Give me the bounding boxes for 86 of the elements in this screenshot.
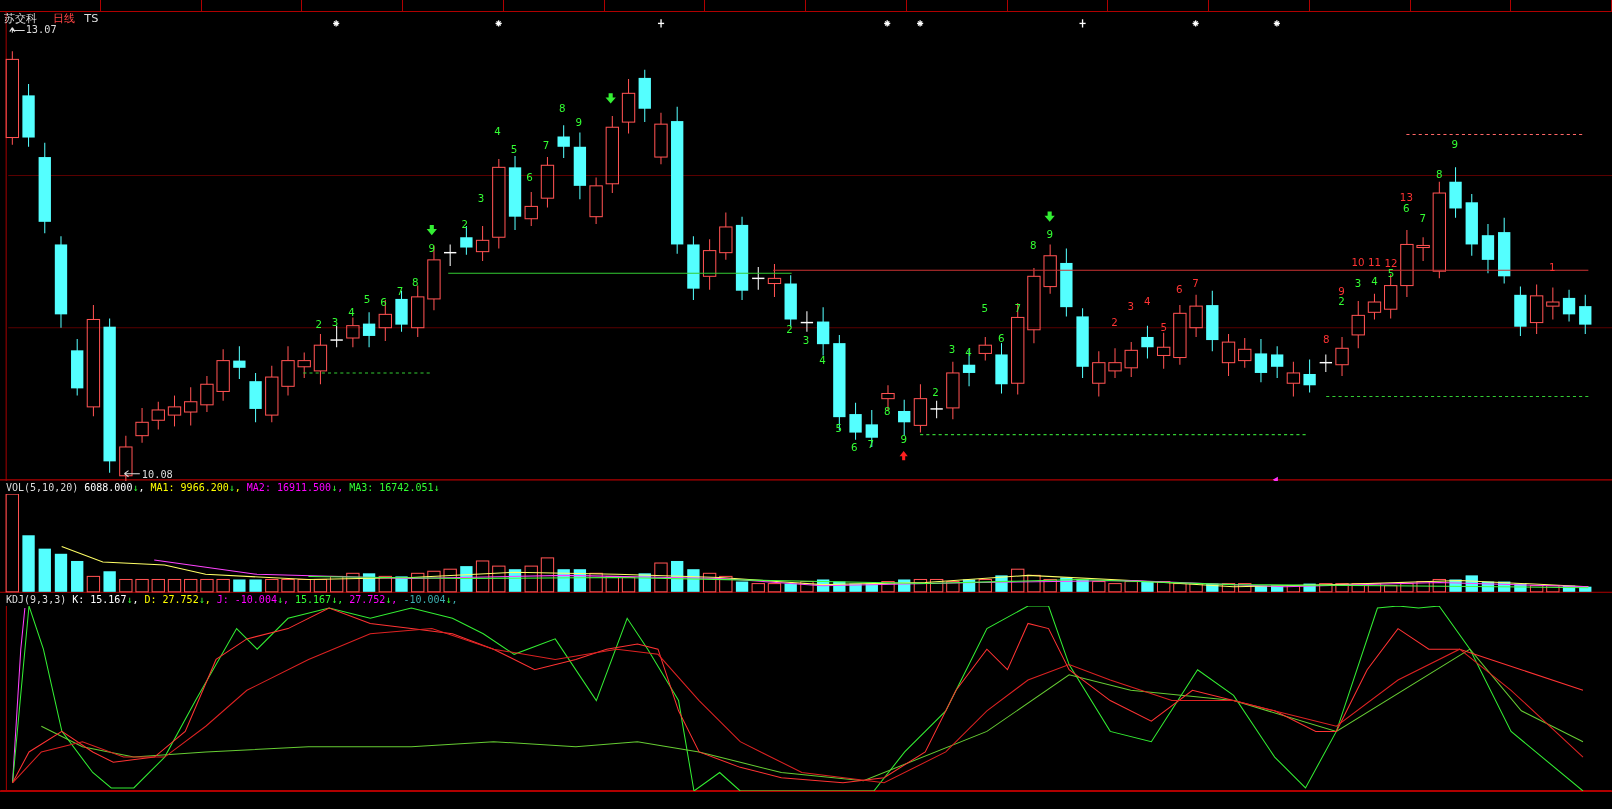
trend-arrow: ↓ [276,593,283,606]
indicator-value: K: 15.167 [72,593,127,606]
separator-comma: , [337,593,344,606]
separator-comma: , [337,481,344,494]
count-label: 8 [883,405,891,418]
count-label: 13 [1399,191,1413,204]
count-label: 8 [412,275,419,288]
count-label: 7 [1192,276,1199,289]
indicator-title: VOL(5,10,20) [6,481,79,494]
count-label: 5 [510,142,518,155]
count-label: 5 [981,302,989,315]
trend-arrow: ↓ [126,593,133,606]
count-label: 3 [948,343,956,356]
trend-arrow: ↓ [385,593,392,606]
count-label: 3 [802,334,810,347]
count-label: 8 [559,101,566,114]
count-label: 1 [1549,261,1556,274]
indicator-label: TS [84,12,99,26]
indicator-value: MA2: 16911.500 [246,481,332,494]
count-label: 11 [1368,256,1382,269]
low-price-label: 10.08 [141,467,173,480]
separator-comma: , [138,481,145,494]
count-label: 7 [1419,211,1427,224]
separator-comma: , [132,593,139,606]
count-label: 4 [348,306,355,319]
indicator-value: J: -10.004 [216,593,277,606]
count-label: 4 [1144,295,1151,308]
count-label: 8 [1322,333,1330,346]
count-label: 4 [965,346,972,359]
indicator-value: 6088.000 [84,481,133,494]
count-label: 7 [542,138,550,151]
count-label: 7 [1014,302,1022,315]
count-label: 4 [494,125,501,138]
count-label: 9 [428,241,436,254]
count-label: 5 [835,421,843,434]
indicator-value: -10.004 [403,593,446,606]
count-label: 3 [331,315,339,328]
count-label: 3 [1354,276,1362,289]
count-label: 9 [1451,137,1458,150]
trend-arrow: ↓ [445,593,452,606]
count-label: 2 [315,317,322,330]
count-label: 3 [1127,300,1135,313]
count-label: 2 [932,385,939,398]
count-label: 6 [851,441,858,454]
count-label: 10 [1351,256,1365,269]
trend-arrow: ↓ [331,593,338,606]
count-label: 4 [1371,274,1378,287]
indicator-value: D: 27.752 [144,593,199,606]
trend-arrow: ↓ [331,481,338,494]
count-label: 5 [1160,320,1168,333]
indicator-title: KDJ(9,3,3) [6,593,67,606]
count-label: 6 [380,296,387,309]
count-label: 9 [575,116,583,129]
separator-comma: , [451,593,458,606]
count-label: 6 [998,332,1005,345]
count-label: 2 [461,218,468,230]
count-label: 6 [526,170,533,183]
indicator-value: MA3: 16742.051 [349,481,434,494]
count-label: 7 [867,438,875,450]
separator-comma: , [391,593,398,606]
count-label: 9 [1338,284,1345,297]
separator-comma: , [234,481,241,494]
count-label: 9 [1046,228,1053,241]
trend-arrow: ↓ [228,481,235,494]
count-label: 12 [1384,257,1398,270]
indicator-value: 15.167 [295,593,332,606]
count-label: 5 [1387,267,1395,280]
count-label: 3 [477,192,485,205]
count-label: 2 [1338,295,1345,308]
count-label: 7 [396,284,404,297]
trend-arrow: ↓ [433,481,440,494]
trend-arrow: ↓ [132,481,139,494]
count-label: 8 [1029,238,1037,251]
count-label: 9 [900,432,907,445]
separator-comma: , [204,593,211,606]
trend-arrow: ↓ [198,593,205,606]
count-label: 2 [786,322,793,335]
indicator-value: 27.752 [349,593,386,606]
count-label: 8 [1436,167,1443,180]
count-label: 6 [1403,201,1410,214]
count-label: 6 [1175,282,1183,295]
count-label: 5 [363,293,371,306]
count-label: 2 [1111,315,1118,328]
count-label: 4 [819,353,826,366]
separator-comma: , [282,593,289,606]
indicator-value: MA1: 9966.200 [150,481,229,494]
